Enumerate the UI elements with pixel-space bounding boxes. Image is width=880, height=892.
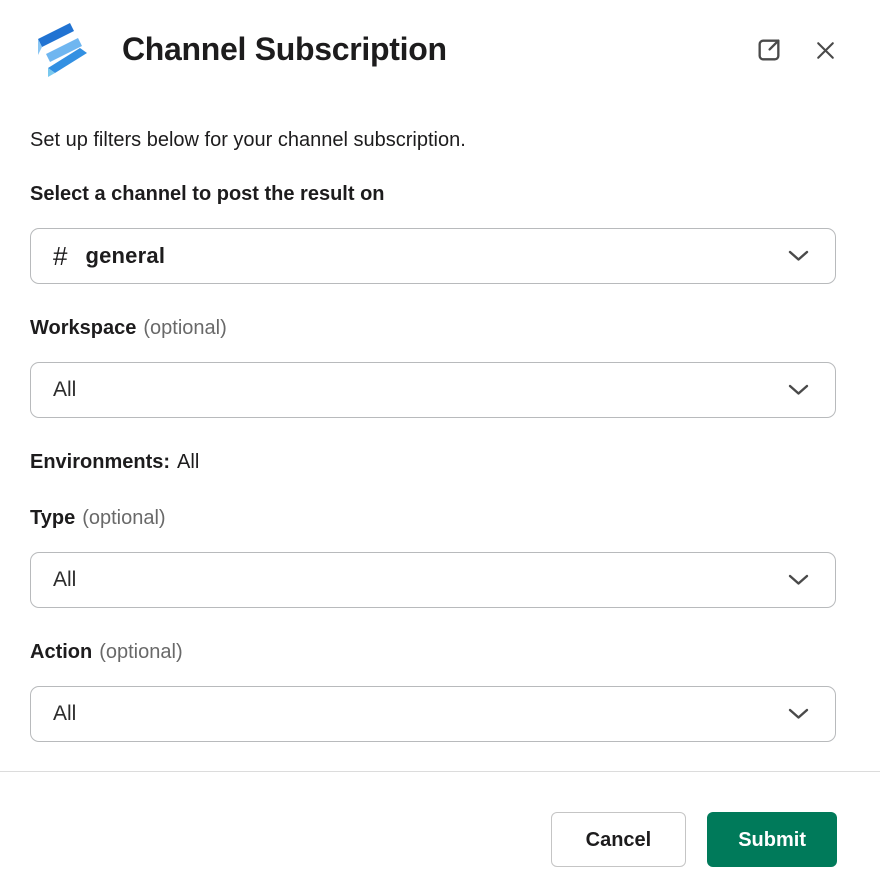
channel-field-group: Select a channel to post the result on #… [30,183,836,284]
workspace-label: Workspace (optional) [30,317,836,340]
open-external-button[interactable] [755,36,783,64]
workspace-select[interactable]: All [30,362,836,418]
action-select-value: All [53,702,76,726]
workspace-field-group: Workspace (optional) All [30,317,836,418]
close-icon [813,38,838,63]
channel-hash-icon: # [53,243,67,269]
type-select-value: All [53,568,76,592]
modal-header: Channel Subscription [0,0,880,78]
environments-label: Environments: [30,451,170,473]
chevron-down-icon [788,574,809,586]
action-select[interactable]: All [30,686,836,742]
intro-text: Set up filters below for your channel su… [30,128,836,152]
channel-select-value: general [85,243,165,269]
app-logo-icon [36,22,92,78]
workspace-select-value: All [53,378,76,402]
action-field-group: Action (optional) All [30,641,836,742]
environments-value: All [177,451,199,473]
chevron-down-icon [788,708,809,720]
modal-footer: Cancel Submit [0,772,880,867]
chevron-down-icon [788,250,809,262]
modal-body: Set up filters below for your channel su… [0,128,880,742]
channel-select[interactable]: # general [30,228,836,284]
modal-title: Channel Subscription [122,32,755,67]
action-label: Action (optional) [30,641,836,664]
cancel-button[interactable]: Cancel [551,812,687,867]
type-label-text: Type [30,507,75,529]
type-optional-hint: (optional) [82,507,165,529]
channel-select-value-wrap: # general [53,243,165,269]
channel-label: Select a channel to post the result on [30,183,836,206]
workspace-label-text: Workspace [30,317,136,339]
type-select[interactable]: All [30,552,836,608]
type-field-group: Type (optional) All [30,507,836,608]
action-optional-hint: (optional) [99,641,182,663]
action-label-text: Action [30,641,92,663]
close-button[interactable] [813,38,838,63]
header-actions [755,36,838,64]
external-link-icon [755,36,783,64]
environments-line: Environments: All [30,451,836,474]
type-label: Type (optional) [30,507,836,530]
workspace-optional-hint: (optional) [143,317,226,339]
submit-button[interactable]: Submit [707,812,837,867]
chevron-down-icon [788,384,809,396]
